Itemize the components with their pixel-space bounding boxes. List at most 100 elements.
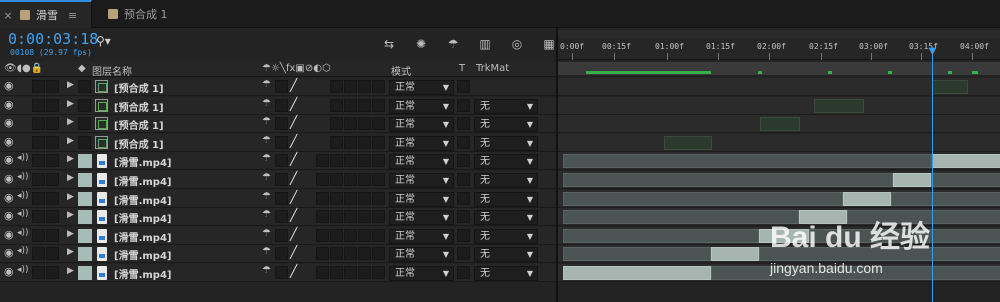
layer-switch-box[interactable]	[344, 117, 357, 131]
preserve-transparency-toggle[interactable]	[457, 135, 470, 149]
label-color-swatch[interactable]	[78, 191, 92, 206]
quality-switch-icon[interactable]: ╱	[290, 97, 297, 111]
quality-switch-icon[interactable]: ╱	[290, 171, 297, 185]
layer-switch-box[interactable]	[316, 228, 329, 242]
blend-mode-dropdown[interactable]: 正常 ▼	[389, 247, 454, 263]
collapse-switch[interactable]	[275, 135, 288, 149]
audio-speaker-icon[interactable]: ◂))	[17, 265, 29, 275]
visibility-eye-icon[interactable]: ◉	[4, 116, 14, 129]
layer-clip-bar[interactable]	[931, 173, 1000, 187]
blend-mode-dropdown[interactable]: 正常 ▼	[389, 191, 454, 207]
lock-toggle[interactable]	[46, 135, 59, 149]
visibility-eye-icon[interactable]: ◉	[4, 98, 14, 111]
solo-toggle[interactable]	[32, 247, 45, 261]
shy-layers-icon[interactable]: ☂	[444, 36, 462, 52]
solo-toggle[interactable]	[32, 266, 45, 279]
preserve-transparency-toggle[interactable]	[457, 228, 470, 242]
label-color-swatch[interactable]	[78, 80, 91, 93]
layer-name[interactable]: [滑雪.mp4]	[114, 173, 171, 188]
audio-speaker-icon[interactable]: ◂))	[17, 172, 29, 182]
solo-toggle[interactable]	[32, 173, 45, 186]
shy-switch-icon[interactable]: ☂	[262, 209, 271, 220]
current-timecode[interactable]: 0:00:03:18	[8, 30, 98, 48]
layer-clip-bar[interactable]	[563, 228, 759, 243]
layer-switch-box[interactable]	[372, 228, 385, 242]
timeline-track[interactable]	[558, 133, 1000, 152]
layer-name[interactable]: [预合成 1]	[114, 80, 164, 95]
lock-toggle[interactable]	[46, 173, 59, 186]
solo-toggle[interactable]	[32, 98, 45, 112]
expand-arrow-icon[interactable]: ▶	[67, 99, 74, 109]
layer-switch-box[interactable]	[358, 154, 371, 168]
expand-arrow-icon[interactable]: ▶	[67, 247, 74, 257]
layer-switch-box[interactable]	[330, 135, 343, 149]
visibility-eye-icon[interactable]: ◉	[4, 228, 14, 241]
layer-switch-box[interactable]	[316, 247, 329, 261]
quality-switch-icon[interactable]: ╱	[290, 264, 297, 278]
shy-switch-icon[interactable]: ☂	[262, 153, 271, 164]
layer-clip-bar[interactable]	[563, 266, 711, 280]
lock-toggle[interactable]	[46, 117, 59, 131]
shy-switch-icon[interactable]: ☂	[262, 172, 271, 183]
layer-switch-box[interactable]	[344, 228, 357, 242]
expand-arrow-icon[interactable]: ▶	[67, 154, 74, 164]
blend-mode-dropdown[interactable]: 正常 ▼	[389, 266, 454, 281]
layer-switch-box[interactable]	[358, 228, 371, 242]
draft-3d-icon[interactable]: ✺	[412, 36, 430, 52]
layer-name[interactable]: [滑雪.mp4]	[114, 247, 171, 262]
collapse-switch[interactable]	[275, 154, 288, 168]
label-color-swatch[interactable]	[78, 210, 92, 225]
label-color-swatch[interactable]	[78, 266, 92, 280]
lock-toggle[interactable]	[46, 191, 59, 205]
layer-clip-bar[interactable]	[664, 135, 712, 150]
time-navigator[interactable]	[558, 30, 1000, 38]
quality-switch-icon[interactable]: ╱	[290, 208, 297, 222]
layer-switch-box[interactable]	[344, 173, 357, 186]
layer-switch-box[interactable]	[372, 266, 385, 279]
layer-clip-bar[interactable]	[932, 154, 1000, 169]
collapse-switch[interactable]	[275, 191, 288, 205]
layer-clip-bar[interactable]	[932, 80, 968, 94]
frame-blending-icon[interactable]: ▥	[476, 36, 494, 52]
visibility-eye-icon[interactable]: ◉	[4, 191, 14, 204]
trackmat-dropdown[interactable]: 无 ▼	[474, 210, 538, 226]
layer-row[interactable]: ◉ ◂)) ▶ [滑雪.mp4] ☂ ╱ 正常 ▼ 无 ▼	[0, 226, 556, 245]
layer-switch-box[interactable]	[358, 191, 371, 205]
layer-switch-box[interactable]	[330, 173, 343, 186]
preserve-transparency-toggle[interactable]	[457, 266, 470, 279]
layer-name[interactable]: [预合成 1]	[114, 117, 164, 132]
visibility-eye-icon[interactable]: ◉	[4, 135, 14, 148]
trackmat-dropdown[interactable]: 无 ▼	[474, 117, 538, 133]
layer-name[interactable]: [滑雪.mp4]	[114, 210, 171, 225]
layer-row[interactable]: ◉ ◂)) ▶ [滑雪.mp4] ☂ ╱ 正常 ▼ 无 ▼	[0, 171, 556, 189]
layer-row[interactable]: ◉ ◂)) ▶ [滑雪.mp4] ☂ ╱ 正常 ▼ 无 ▼	[0, 189, 556, 208]
layer-row[interactable]: ◉ ▶ [预合成 1] ☂ ╱ 正常 ▼	[0, 78, 556, 96]
solo-toggle[interactable]	[32, 135, 45, 149]
audio-speaker-icon[interactable]: ◂))	[17, 191, 29, 201]
layer-switch-box[interactable]	[344, 210, 357, 224]
layer-switch-box[interactable]	[330, 80, 343, 93]
layer-switch-box[interactable]	[330, 210, 343, 224]
shy-switch-icon[interactable]: ☂	[262, 191, 271, 202]
quality-switch-icon[interactable]: ╱	[290, 152, 297, 166]
expand-arrow-icon[interactable]: ▶	[67, 173, 74, 183]
layer-clip-bar[interactable]	[563, 173, 893, 187]
layer-switch-box[interactable]	[330, 228, 343, 242]
preserve-transparency-toggle[interactable]	[457, 210, 470, 224]
layer-switch-box[interactable]	[316, 173, 329, 186]
preserve-transparency-toggle[interactable]	[457, 191, 470, 205]
layer-switch-box[interactable]	[372, 154, 385, 168]
layer-row[interactable]: ◉ ◂)) ▶ [滑雪.mp4] ☂ ╱ 正常 ▼ 无 ▼	[0, 245, 556, 264]
visibility-eye-icon[interactable]: ◉	[4, 246, 14, 259]
timeline-track[interactable]	[558, 171, 1000, 189]
visibility-eye-icon[interactable]: ◉	[4, 79, 14, 92]
layer-name[interactable]: [滑雪.mp4]	[114, 154, 171, 169]
blend-mode-dropdown[interactable]: 正常 ▼	[389, 173, 454, 188]
timeline-track[interactable]	[558, 115, 1000, 134]
timeline-track[interactable]	[558, 96, 1000, 115]
blend-mode-dropdown[interactable]: 正常 ▼	[389, 154, 454, 170]
blend-mode-dropdown[interactable]: 正常 ▼	[389, 98, 454, 114]
layer-switch-box[interactable]	[344, 266, 357, 279]
layer-row[interactable]: ◉ ◂)) ▶ [滑雪.mp4] ☂ ╱ 正常 ▼ 无 ▼	[0, 264, 556, 282]
layer-switch-box[interactable]	[330, 266, 343, 279]
